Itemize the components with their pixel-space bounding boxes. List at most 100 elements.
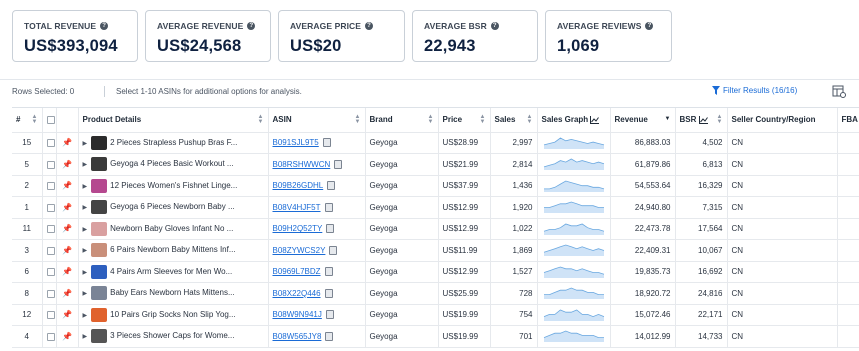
product-title[interactable]: Baby Ears Newborn Hats Mittens... xyxy=(110,288,235,297)
asin-link[interactable]: B09B26GDHL xyxy=(273,181,324,190)
asin-link[interactable]: B09H2Q52TY xyxy=(273,224,323,233)
product-thumbnail[interactable] xyxy=(91,286,108,301)
row-checkbox[interactable] xyxy=(46,311,55,320)
help-icon[interactable]: ? xyxy=(100,22,109,30)
expand-caret-icon[interactable]: ▶ xyxy=(83,313,88,319)
product-title[interactable]: 6 Pairs Newborn Baby Mittens Inf... xyxy=(110,245,235,254)
pin-icon[interactable]: 📌 xyxy=(62,160,72,169)
expand-caret-icon[interactable]: ▶ xyxy=(83,270,88,276)
copy-icon[interactable] xyxy=(334,159,343,169)
table-row[interactable]: 15 📌 ▶ 2 Pieces Strapless Pushup Bras F..… xyxy=(12,132,859,154)
row-checkbox[interactable] xyxy=(46,160,55,169)
col-header-revenue[interactable]: Revenue ▼ xyxy=(610,108,676,133)
asin-link[interactable]: B08V4HJF5T xyxy=(273,203,321,212)
row-checkbox[interactable] xyxy=(46,225,55,234)
copy-icon[interactable] xyxy=(325,331,334,341)
pin-icon[interactable]: 📌 xyxy=(62,203,72,212)
product-title[interactable]: 12 Pieces Women's Fishnet Linge... xyxy=(110,181,237,190)
help-icon[interactable]: ? xyxy=(247,22,256,30)
product-title[interactable]: 3 Pieces Shower Caps for Wome... xyxy=(110,331,234,340)
product-title[interactable]: 10 Pairs Grip Socks Non Slip Yog... xyxy=(110,310,235,319)
cell-sales-graph[interactable] xyxy=(537,132,611,154)
row-checkbox[interactable] xyxy=(46,182,55,191)
col-header-bsr[interactable]: BSR ▲ ▼ xyxy=(675,108,728,133)
copy-icon[interactable] xyxy=(324,202,333,212)
asin-link[interactable]: B091SJL9T5 xyxy=(273,138,319,147)
expand-caret-icon[interactable]: ▶ xyxy=(83,184,88,190)
table-row[interactable]: 4 📌 ▶ 3 Pieces Shower Caps for Wome... B0… xyxy=(12,325,859,348)
sort-icon[interactable]: ▲ ▼ xyxy=(480,114,486,125)
sort-icon[interactable]: ▲ ▼ xyxy=(527,114,533,125)
filter-results-button[interactable]: Filter Results (16/16) xyxy=(712,86,797,95)
table-row[interactable]: 3 📌 ▶ 6 Pairs Newborn Baby Mittens Inf...… xyxy=(12,239,859,262)
col-header-product-details[interactable]: Product Details ▲ ▼ xyxy=(78,108,269,133)
product-thumbnail[interactable] xyxy=(91,307,108,322)
cell-sales-graph[interactable] xyxy=(537,261,611,283)
asin-link[interactable]: B08W565JY8 xyxy=(273,332,322,341)
sales-sparkline[interactable] xyxy=(542,200,606,214)
col-header-asin[interactable]: ASIN ▲ ▼ xyxy=(268,108,366,133)
pin-icon[interactable]: 📌 xyxy=(62,246,72,255)
product-thumbnail[interactable] xyxy=(91,221,108,236)
sort-icon[interactable]: ▲ ▼ xyxy=(717,114,723,125)
sales-sparkline[interactable] xyxy=(542,179,606,193)
column-settings-icon[interactable] xyxy=(832,84,846,98)
sales-sparkline[interactable] xyxy=(542,286,606,300)
row-checkbox[interactable] xyxy=(46,289,55,298)
asin-link[interactable]: B0969L7BDZ xyxy=(273,267,321,276)
product-thumbnail[interactable] xyxy=(91,329,108,344)
product-title[interactable]: 4 Pairs Arm Sleeves for Men Wo... xyxy=(110,267,232,276)
table-row[interactable]: 12 📌 ▶ 10 Pairs Grip Socks Non Slip Yog..… xyxy=(12,304,859,326)
col-header-brand[interactable]: Brand ▲ ▼ xyxy=(365,108,439,133)
copy-icon[interactable] xyxy=(322,138,331,148)
table-row[interactable]: 1 📌 ▶ Geyoga 6 Pieces Newborn Baby ... B0… xyxy=(12,196,859,219)
product-thumbnail[interactable] xyxy=(91,243,108,258)
expand-caret-icon[interactable]: ▶ xyxy=(83,334,88,340)
pin-icon[interactable]: 📌 xyxy=(62,138,72,147)
pin-icon[interactable]: 📌 xyxy=(62,181,72,190)
expand-caret-icon[interactable]: ▶ xyxy=(83,227,88,233)
pin-icon[interactable]: 📌 xyxy=(62,224,72,233)
product-thumbnail[interactable] xyxy=(91,157,108,172)
product-thumbnail[interactable] xyxy=(91,135,108,150)
cell-sales-graph[interactable] xyxy=(537,153,611,176)
copy-icon[interactable] xyxy=(329,245,338,255)
col-header-sales[interactable]: Sales ▲ ▼ xyxy=(490,108,538,133)
col-header-select[interactable] xyxy=(42,108,57,133)
cell-sales-graph[interactable] xyxy=(537,196,611,219)
copy-icon[interactable] xyxy=(326,224,335,234)
cell-sales-graph[interactable] xyxy=(537,325,611,348)
help-icon[interactable]: ? xyxy=(645,22,654,30)
col-header-fba-fees[interactable]: FBA F xyxy=(837,108,859,133)
cell-sales-graph[interactable] xyxy=(537,239,611,262)
sales-sparkline[interactable] xyxy=(542,308,606,322)
asin-link[interactable]: B08ZYWCS2Y xyxy=(273,246,326,255)
asin-link[interactable]: B08RSHWWCN xyxy=(273,160,331,169)
row-checkbox[interactable] xyxy=(46,268,55,277)
table-row[interactable]: 2 📌 ▶ 12 Pieces Women's Fishnet Linge... … xyxy=(12,175,859,197)
sales-sparkline[interactable] xyxy=(542,157,606,171)
sort-icon[interactable]: ▲ ▼ xyxy=(428,114,434,125)
copy-icon[interactable] xyxy=(325,310,334,320)
expand-caret-icon[interactable]: ▶ xyxy=(83,291,88,297)
asin-link[interactable]: B08W9N941J xyxy=(273,310,322,319)
cell-sales-graph[interactable] xyxy=(537,175,611,197)
row-checkbox[interactable] xyxy=(46,139,55,148)
product-thumbnail[interactable] xyxy=(91,178,108,193)
sales-sparkline[interactable] xyxy=(542,265,606,279)
sales-sparkline[interactable] xyxy=(542,329,606,343)
table-row[interactable]: 8 📌 ▶ Baby Ears Newborn Hats Mittens... B… xyxy=(12,282,859,305)
cell-sales-graph[interactable] xyxy=(537,304,611,326)
help-icon[interactable]: ? xyxy=(490,22,499,30)
expand-caret-icon[interactable]: ▶ xyxy=(83,248,88,254)
sales-sparkline[interactable] xyxy=(542,243,606,257)
col-header-seller-country[interactable]: Seller Country/Region xyxy=(727,108,838,133)
sort-desc-icon[interactable]: ▼ xyxy=(665,116,671,122)
pin-icon[interactable]: 📌 xyxy=(62,332,72,341)
help-icon[interactable]: ? xyxy=(365,22,374,30)
copy-icon[interactable] xyxy=(324,288,333,298)
asin-link[interactable]: B08X22Q446 xyxy=(273,289,321,298)
pin-icon[interactable]: 📌 xyxy=(62,289,72,298)
row-checkbox[interactable] xyxy=(46,246,55,255)
row-checkbox[interactable] xyxy=(46,203,55,212)
